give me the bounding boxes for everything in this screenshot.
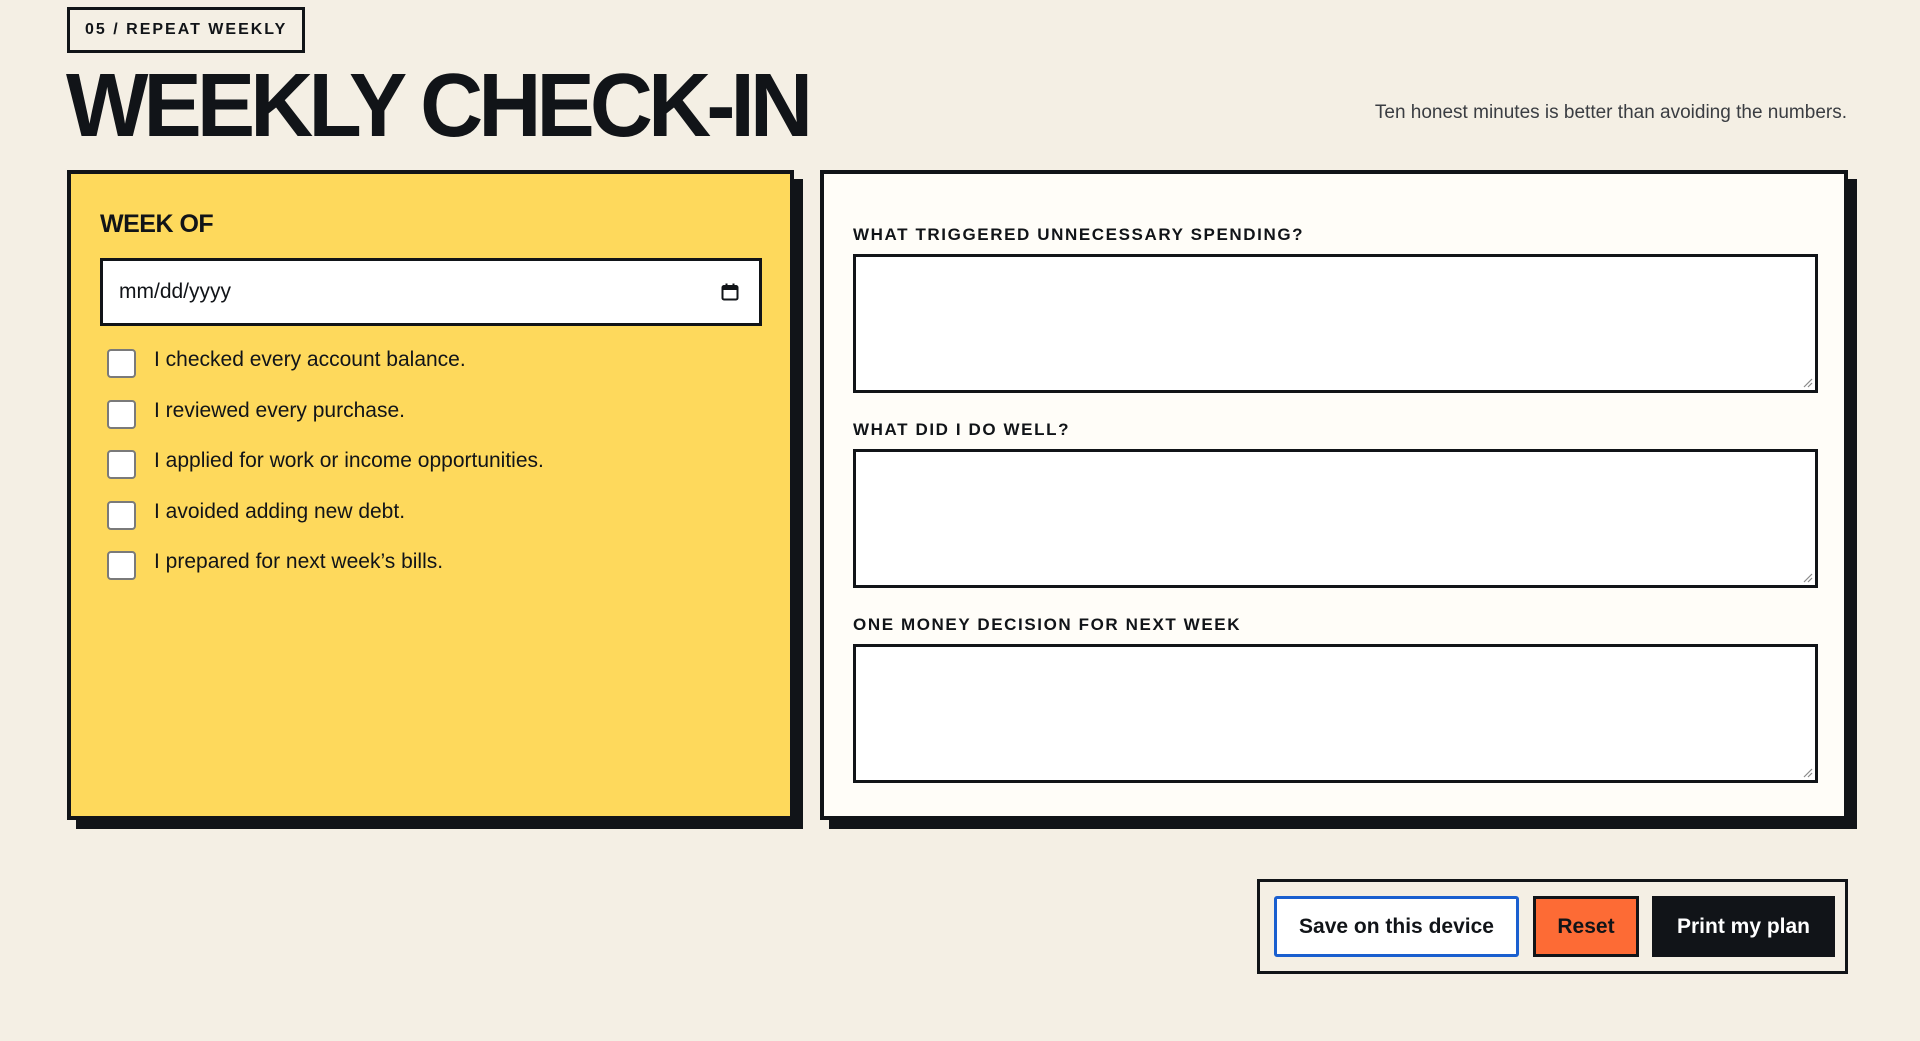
checklist-card: WEEK OF mm/dd/yyyy I checked every accou… [67, 170, 794, 820]
weekly-check-in-page: 05 / REPEAT WEEKLY WEEKLY CHECK-IN Ten h… [0, 0, 1920, 1041]
save-on-device-button[interactable]: Save on this device [1274, 896, 1519, 957]
week-date-input[interactable]: mm/dd/yyyy [100, 258, 762, 326]
spending-trigger-label: WHAT TRIGGERED UNNECESSARY SPENDING? [853, 225, 1305, 244]
checklist-item: I avoided adding new debt. [107, 493, 544, 544]
checklist-item-label: I applied for work or income opportuniti… [154, 449, 544, 472]
week-of-heading: WEEK OF [100, 210, 214, 238]
checklist-item-label: I avoided adding new debt. [154, 499, 406, 523]
did-well-label: WHAT DID I DO WELL? [853, 420, 1071, 439]
checkbox-account-balance[interactable] [107, 349, 136, 378]
money-decision-textarea[interactable] [853, 644, 1818, 783]
money-decision-label: ONE MONEY DECISION FOR NEXT WEEK [853, 615, 1242, 634]
checklist-item: I checked every account balance. [107, 341, 544, 392]
checkbox-avoid-new-debt[interactable] [107, 500, 136, 530]
action-bar: Save on this device Reset Print my plan [1257, 879, 1848, 974]
resize-grip-icon[interactable] [1801, 376, 1813, 388]
section-eyebrow-text: 05 / REPEAT WEEKLY [85, 21, 288, 38]
checklist-item-label: I checked every account balance. [154, 348, 466, 371]
checklist-item-label: I prepared for next week’s bills. [154, 550, 444, 573]
checklist-item: I prepared for next week’s bills. [107, 543, 544, 594]
print-plan-button[interactable]: Print my plan [1652, 896, 1835, 957]
checkbox-review-purchases[interactable] [107, 399, 136, 429]
checkbox-income-opportunities[interactable] [107, 450, 136, 479]
section-eyebrow-badge: 05 / REPEAT WEEKLY [67, 7, 306, 53]
checklist-item: I applied for work or income opportuniti… [107, 442, 544, 493]
reset-button[interactable]: Reset [1533, 896, 1639, 957]
reflection-card: WHAT TRIGGERED UNNECESSARY SPENDING? WHA… [820, 170, 1848, 820]
weekly-checklist: I checked every account balance. I revie… [107, 341, 544, 594]
resize-grip-icon[interactable] [1801, 571, 1813, 583]
page-title: WEEKLY CHECK-IN [66, 56, 813, 156]
spending-trigger-textarea[interactable] [853, 254, 1818, 393]
resize-grip-icon[interactable] [1801, 766, 1813, 778]
did-well-textarea[interactable] [853, 449, 1818, 588]
checklist-item: I reviewed every purchase. [107, 392, 544, 443]
checkbox-next-week-bills[interactable] [107, 551, 136, 580]
date-input-placeholder: mm/dd/yyyy [119, 280, 232, 303]
page-tagline: Ten honest minutes is better than avoidi… [1374, 102, 1847, 123]
calendar-icon[interactable] [719, 281, 741, 303]
checklist-item-label: I reviewed every purchase. [154, 398, 405, 422]
